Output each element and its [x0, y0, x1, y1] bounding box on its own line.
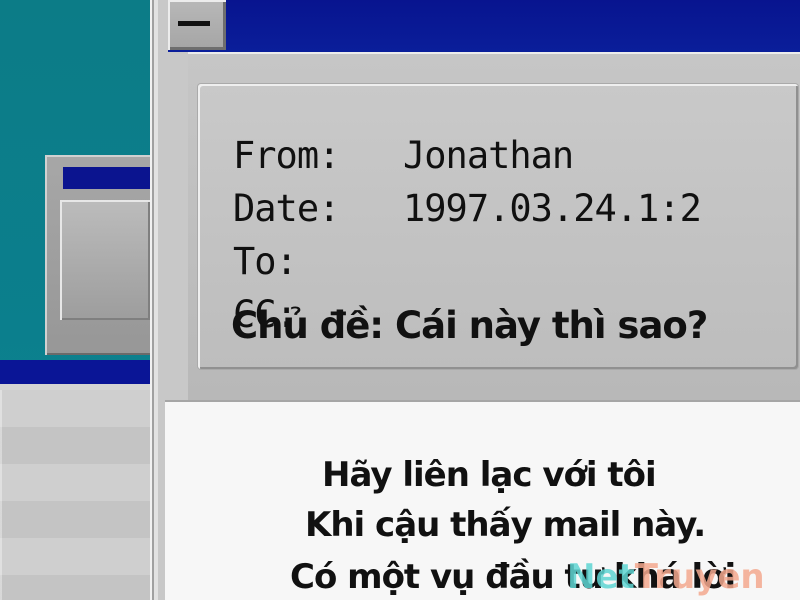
minimize-icon [178, 21, 210, 26]
from-label: From: [233, 134, 340, 177]
background-dialog [45, 155, 160, 355]
site-watermark: NetTruyen [567, 560, 765, 594]
date-row: Date: 1997.03.24.1:2 [233, 187, 702, 230]
body-line-1: Hãy liên lạc với tôi [322, 455, 657, 495]
background-window-area [0, 0, 165, 600]
from-row: From: Jonathan [233, 134, 574, 177]
retro-email-screen: From: Jonathan Date: 1997.03.24.1:2 To: CC… [0, 0, 800, 600]
body-line-2: Khi cậu thấy mail này. [305, 505, 706, 545]
date-label: Date: [233, 187, 340, 230]
date-value: 1997.03.24.1:2 [403, 187, 702, 230]
background-bottom-window [0, 360, 165, 600]
email-header-area: From: Jonathan Date: 1997.03.24.1:2 To: CC… [188, 52, 800, 400]
subject-line: Chủ đề: Cái này thì sao? [231, 304, 708, 347]
to-row: To: [233, 240, 403, 283]
watermark-net: Net [567, 557, 635, 597]
window-title-bar [168, 0, 800, 52]
from-value: Jonathan [403, 134, 574, 177]
to-label: To: [233, 240, 298, 283]
watermark-truyen: Truyen [634, 557, 765, 597]
minimize-button[interactable] [168, 0, 226, 50]
